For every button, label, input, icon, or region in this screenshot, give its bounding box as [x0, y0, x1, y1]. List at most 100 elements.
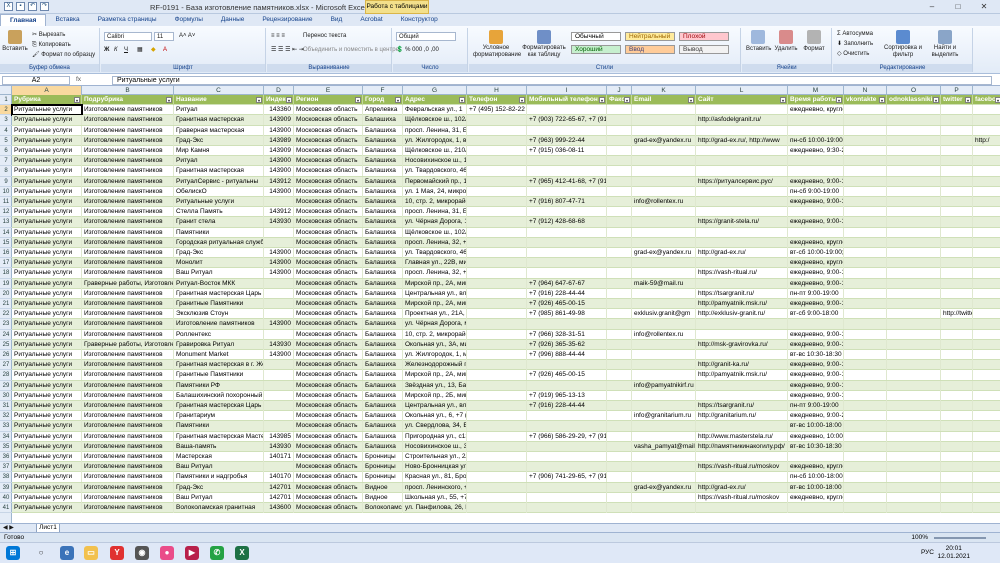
table-cell[interactable] — [632, 339, 696, 350]
table-cell[interactable] — [941, 411, 973, 422]
excel-taskbar-icon[interactable]: X — [235, 546, 249, 560]
table-cell[interactable] — [467, 339, 527, 350]
table-cell[interactable] — [467, 482, 527, 493]
format-as-table-button[interactable]: Форматировать как таблицу — [521, 30, 567, 58]
table-cell[interactable] — [973, 187, 1000, 197]
table-cell[interactable]: Изготовление памятников — [82, 135, 174, 146]
table-cell[interactable]: пн-пт 9:00-19:00 — [788, 401, 844, 411]
table-cell[interactable]: вт-сб 10:00-19:00; вс 10:00-18:00 — [788, 248, 844, 258]
table-cell[interactable]: Балашиха — [363, 421, 403, 432]
table-cell[interactable] — [844, 329, 887, 340]
table-cell[interactable] — [264, 390, 294, 401]
table-cell[interactable]: 143900 — [264, 156, 294, 167]
table-cell[interactable] — [607, 156, 632, 167]
filter-dropdown-icon[interactable]: ▾ — [836, 97, 842, 103]
paste-button[interactable]: Вставить — [2, 30, 28, 53]
row-header-32[interactable]: 32 — [0, 411, 12, 422]
column-header-F[interactable]: F — [363, 86, 403, 95]
table-cell[interactable] — [607, 217, 632, 228]
table-cell[interactable]: Московская область — [294, 248, 363, 258]
table-cell[interactable] — [844, 115, 887, 126]
table-cell[interactable]: Московская область — [294, 503, 363, 513]
table-cell[interactable]: ул. Жилгородок, 1, в (800) 333-77-71 — [403, 135, 467, 146]
table-cell[interactable]: Памятники РФ — [174, 380, 264, 391]
table-cell[interactable] — [788, 115, 844, 126]
table-cell[interactable]: Московская область — [294, 207, 363, 218]
table-cell[interactable] — [941, 329, 973, 340]
table-cell[interactable]: вт-сб 9:00-18:00 — [788, 309, 844, 320]
name-box[interactable]: A2 — [2, 76, 70, 85]
table-cell[interactable]: Московская область — [294, 166, 363, 177]
table-cell[interactable] — [887, 146, 941, 156]
align-left-icon[interactable]: ☰ ☰ ☰ ⇤ ⇥ — [271, 46, 304, 54]
table-cell[interactable]: Изготовление памятников — [82, 411, 174, 422]
table-cell[interactable] — [887, 309, 941, 320]
grow-font-icon[interactable]: A˄ A˅ — [179, 32, 195, 40]
table-cell[interactable]: Балашиха — [363, 360, 403, 371]
column-header-H[interactable]: H — [467, 86, 527, 95]
table-cell[interactable] — [607, 288, 632, 299]
row-header-35[interactable]: 35 — [0, 442, 12, 452]
table-cell[interactable] — [632, 115, 696, 126]
table-cell[interactable] — [844, 268, 887, 279]
table-cell[interactable]: Ритуальные услуги — [12, 135, 82, 146]
table-cell[interactable] — [973, 472, 1000, 482]
table-cell[interactable]: Гранитные Памятники — [174, 370, 264, 381]
table-cell[interactable] — [467, 197, 527, 207]
table-cell[interactable]: Ритуальные услуги — [12, 156, 82, 167]
table-cell[interactable] — [467, 329, 527, 340]
table-cell[interactable]: Московская область — [294, 350, 363, 360]
table-cell[interactable] — [973, 391, 1000, 401]
table-cell[interactable] — [264, 237, 294, 248]
table-cell[interactable] — [941, 258, 973, 269]
table-cell[interactable] — [632, 166, 696, 177]
table-cell[interactable]: Балашихинский похоронный дом — [174, 390, 264, 401]
table-cell[interactable] — [788, 125, 844, 136]
table-cell[interactable]: Ритуальные услуги — [12, 299, 82, 309]
table-cell[interactable] — [607, 329, 632, 340]
table-cell[interactable]: Щёлковское ш., 210А, Балашиха — [403, 146, 467, 156]
table-cell[interactable] — [887, 441, 941, 452]
table-cell[interactable] — [467, 370, 527, 381]
table-cell[interactable] — [527, 462, 607, 473]
table-cell[interactable] — [264, 227, 294, 238]
table-cell[interactable] — [696, 125, 788, 136]
table-cell[interactable]: ежедневно, 9:00-18:00 — [788, 370, 844, 381]
table-cell[interactable] — [696, 197, 788, 207]
fill-color-icon[interactable]: ◆ — [151, 46, 156, 54]
undo-icon[interactable]: ↶ — [28, 2, 37, 11]
app-chat-icon[interactable]: ✆ — [210, 546, 224, 560]
table-cell[interactable]: Балашиха — [363, 288, 403, 299]
table-cell[interactable] — [696, 156, 788, 167]
table-cell[interactable] — [467, 156, 527, 167]
redo-icon[interactable]: ↷ — [40, 2, 49, 11]
table-cell[interactable] — [607, 339, 632, 350]
table-cell[interactable] — [941, 452, 973, 462]
table-cell[interactable]: Ритуальные услуги — [12, 329, 82, 340]
table-cell[interactable]: info@rollentex.ru — [632, 329, 696, 340]
table-cell[interactable] — [632, 227, 696, 238]
table-cell[interactable]: https://vash-ritual.ru/moskov — [696, 492, 788, 503]
table-cell[interactable]: Московская область — [294, 186, 363, 197]
table-cell[interactable]: Носовихинское ш., 12А, микрорайон Керами… — [403, 156, 467, 167]
table-cell[interactable]: +7 (996) 888-44-44 — [527, 350, 607, 360]
table-cell[interactable]: Ритуальные услуги — [12, 319, 82, 330]
table-cell[interactable] — [632, 299, 696, 309]
row-header-27[interactable]: 27 — [0, 360, 12, 371]
table-cell[interactable] — [973, 177, 1000, 187]
table-cell[interactable]: Балашиха — [363, 319, 403, 330]
table-cell[interactable]: Ритуальные услуги — [12, 268, 82, 279]
table-cell[interactable]: Балашиха — [363, 217, 403, 228]
row-header-6[interactable]: 6 — [0, 146, 12, 157]
table-cell[interactable] — [941, 472, 973, 483]
table-cell[interactable] — [607, 299, 632, 309]
table-cell[interactable]: Ритуальные услуги — [12, 350, 82, 360]
table-cell[interactable]: +7 (985) 861-49-98 — [527, 309, 607, 320]
table-cell[interactable] — [941, 462, 973, 473]
row-header-24[interactable]: 24 — [0, 330, 12, 340]
table-cell[interactable] — [467, 452, 527, 462]
zoom-level[interactable]: 100% — [911, 534, 928, 541]
table-cell[interactable]: http://granitarium.ru/ — [696, 411, 788, 422]
table-cell[interactable]: Балашиха — [363, 401, 403, 411]
table-cell[interactable]: Изготовление памятников — [82, 197, 174, 207]
